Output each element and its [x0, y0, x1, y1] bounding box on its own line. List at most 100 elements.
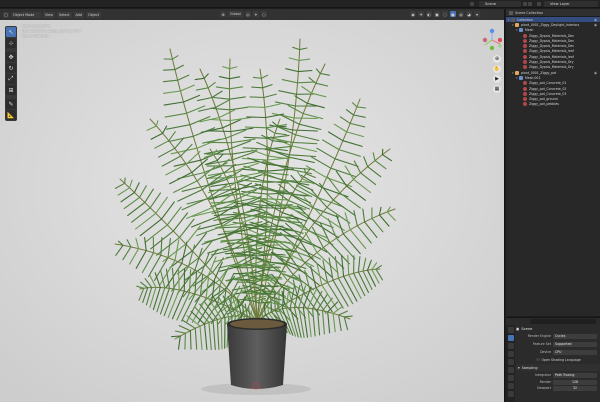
object-icon	[515, 22, 519, 27]
rotate-tool-icon[interactable]: ↻	[6, 63, 16, 73]
outliner-row-label: Collection	[517, 17, 533, 22]
navigation-gizmo[interactable]	[481, 27, 503, 55]
world-tab-icon[interactable]	[507, 367, 514, 373]
render-samples-field[interactable]: 128	[553, 379, 597, 385]
3d-viewport[interactable]: ▢ Object Mode View Select Add Object ⊕ G…	[0, 9, 505, 402]
render-engine-dropdown[interactable]: Cycles	[553, 333, 597, 339]
material-icon	[523, 60, 527, 65]
device-dropdown[interactable]: CPU	[553, 349, 597, 355]
shading-solid-icon[interactable]: ●	[450, 11, 456, 17]
material-icon	[523, 54, 527, 59]
outliner-tree: ▾ Collection ◉ ▾ plant_0001_Ziggy_Daylight_I…	[506, 17, 600, 107]
viewport-header: ▢ Object Mode View Select Add Object ⊕ G…	[0, 9, 504, 20]
measure-tool-icon[interactable]: 📐	[6, 110, 16, 120]
outliner-row-label: Mesh	[525, 28, 534, 33]
top-bar: Scene View Layer	[0, 0, 600, 8]
visibility-eye-icon[interactable]: ◉	[594, 23, 597, 27]
outliner-row-label: Ziggy_pot_Concrete_03	[529, 91, 567, 96]
render-engine-label: Render Engine	[527, 334, 551, 338]
open-shading-checkbox[interactable]	[536, 357, 540, 362]
object-tab-icon[interactable]	[507, 375, 514, 381]
scene-icon[interactable]	[470, 2, 474, 6]
integrator-dropdown[interactable]: Path Tracing	[553, 372, 597, 378]
overlay-toggle-icon[interactable]: ◐	[426, 11, 432, 17]
material-icon	[523, 44, 527, 49]
feature-set-dropdown[interactable]: Supported	[553, 341, 597, 347]
visibility-eye-icon[interactable]: ◉	[594, 71, 597, 75]
perspective-toggle-icon[interactable]: ▦	[493, 85, 501, 93]
properties-search-input[interactable]	[530, 319, 596, 324]
annotate-tool-icon[interactable]: ✎	[6, 99, 16, 109]
viewport-info-line: Scene Statistics	[22, 34, 49, 38]
material-icon	[523, 97, 527, 102]
menu-add[interactable]: Add	[73, 11, 85, 18]
render-engine-row: Render Engine Cycles	[516, 332, 600, 340]
scene-delete-icon[interactable]	[528, 2, 532, 6]
outliner-row-label: plant_0001_Ziggy_pot	[521, 70, 557, 75]
palm-plant-render	[0, 9, 504, 402]
menu-object[interactable]: Object	[86, 11, 102, 18]
proportional-edit-icon[interactable]: ○	[260, 11, 267, 17]
move-tool-icon[interactable]: ✥	[6, 52, 16, 62]
outliner-row[interactable]: Ziggy_pot_pebbles	[506, 102, 600, 107]
outliner-title: Scene Collection	[515, 10, 544, 15]
view-layer-tab-icon[interactable]	[507, 351, 514, 357]
scene-new-icon[interactable]	[523, 2, 527, 6]
render-samples-label: Render	[539, 380, 551, 384]
modifier-tab-icon[interactable]	[507, 383, 514, 389]
render-tab-icon[interactable]	[507, 335, 514, 341]
scene-collection-icon	[509, 10, 513, 15]
shading-rendered-icon[interactable]: ◕	[466, 11, 472, 17]
scene-tab-icon[interactable]	[507, 359, 514, 365]
xray-icon[interactable]: ▣	[434, 11, 440, 17]
pivot-icon[interactable]: ◎	[244, 11, 251, 17]
orientation-selector[interactable]: Global	[228, 11, 243, 17]
outliner-row-label: Ziggy_Dypsis_Materials_leaf	[529, 49, 574, 54]
outliner-panel: Scene Collection ▾ Collection ◉ ▾ plant_0001…	[506, 9, 600, 316]
outliner-row-label: Ziggy_Dypsis_Materials_Dec	[529, 38, 575, 43]
mode-selector[interactable]: Object Mode	[11, 11, 41, 18]
outliner-row-label: Ziggy_Dypsis_Materials_leaf	[529, 54, 574, 59]
viewport-samples-field[interactable]: 32	[553, 385, 597, 391]
menu-select[interactable]: Select	[57, 11, 72, 18]
shading-options-icon[interactable]: ▾	[474, 11, 480, 17]
integrator-label: Integrator	[535, 373, 551, 377]
menu-view[interactable]: View	[43, 11, 56, 18]
gizmo-toggle-icon[interactable]: ✛	[418, 11, 424, 17]
outliner-row-label: Ziggy_Dypsis_Materials_Dec	[529, 44, 575, 49]
pan-hand-icon[interactable]: ✋	[493, 65, 501, 73]
editor-type-icon[interactable]: ▢	[3, 11, 9, 18]
visibility-eye-icon[interactable]: ◉	[594, 18, 597, 22]
visibility-icon[interactable]: ◉	[410, 11, 416, 17]
open-shading-row[interactable]: Open Shading Language	[516, 356, 600, 363]
select-box-tool-icon[interactable]: ↖	[6, 27, 16, 37]
output-tab-icon[interactable]	[507, 343, 514, 349]
scene-selector[interactable]: Scene	[479, 1, 521, 7]
shading-wireframe-icon[interactable]: ◌	[442, 11, 448, 17]
viewport-samples-label: Viewport	[536, 386, 551, 390]
transform-orientation-icon[interactable]: ⊕	[220, 11, 226, 17]
device-row: Device CPU	[516, 348, 600, 356]
transform-tool-icon[interactable]: ⊞	[6, 85, 16, 95]
tool-shelf: ↖ ⊹ ✥ ↻ ⤢ ⊞ ✎ 📐	[5, 26, 17, 121]
shading-material-icon[interactable]: ◍	[458, 11, 464, 17]
viewport-samples-row: Viewport 32	[516, 385, 600, 391]
properties-panel: ▣ Scene Render Engine Cycles Feature Set…	[506, 317, 600, 402]
cursor-tool-icon[interactable]: ⊹	[6, 38, 16, 48]
outliner-row-label: Ziggy_pot_Concrete_01	[529, 81, 567, 86]
camera-view-icon[interactable]: ▶	[493, 75, 501, 83]
mesh-data-icon	[519, 28, 523, 33]
material-tab-icon[interactable]	[507, 391, 514, 397]
sampling-section[interactable]: ▾ Sampling	[516, 364, 600, 371]
viewport-info-text: User Perspective (1) Collection | Ziggy_…	[22, 24, 81, 39]
outliner-header: Scene Collection	[506, 9, 600, 17]
properties-context-label: Scene	[521, 326, 533, 331]
properties-context: ▣ Scene	[516, 325, 600, 332]
tool-tab-icon[interactable]	[507, 327, 514, 333]
snap-icon[interactable]: ⌖	[252, 11, 259, 17]
view-layer-selector[interactable]: View Layer	[544, 1, 598, 7]
material-icon	[523, 102, 527, 107]
zoom-icon[interactable]: ⊕	[493, 55, 501, 63]
view-layer-icon[interactable]	[537, 2, 541, 6]
scale-tool-icon[interactable]: ⤢	[6, 74, 16, 84]
